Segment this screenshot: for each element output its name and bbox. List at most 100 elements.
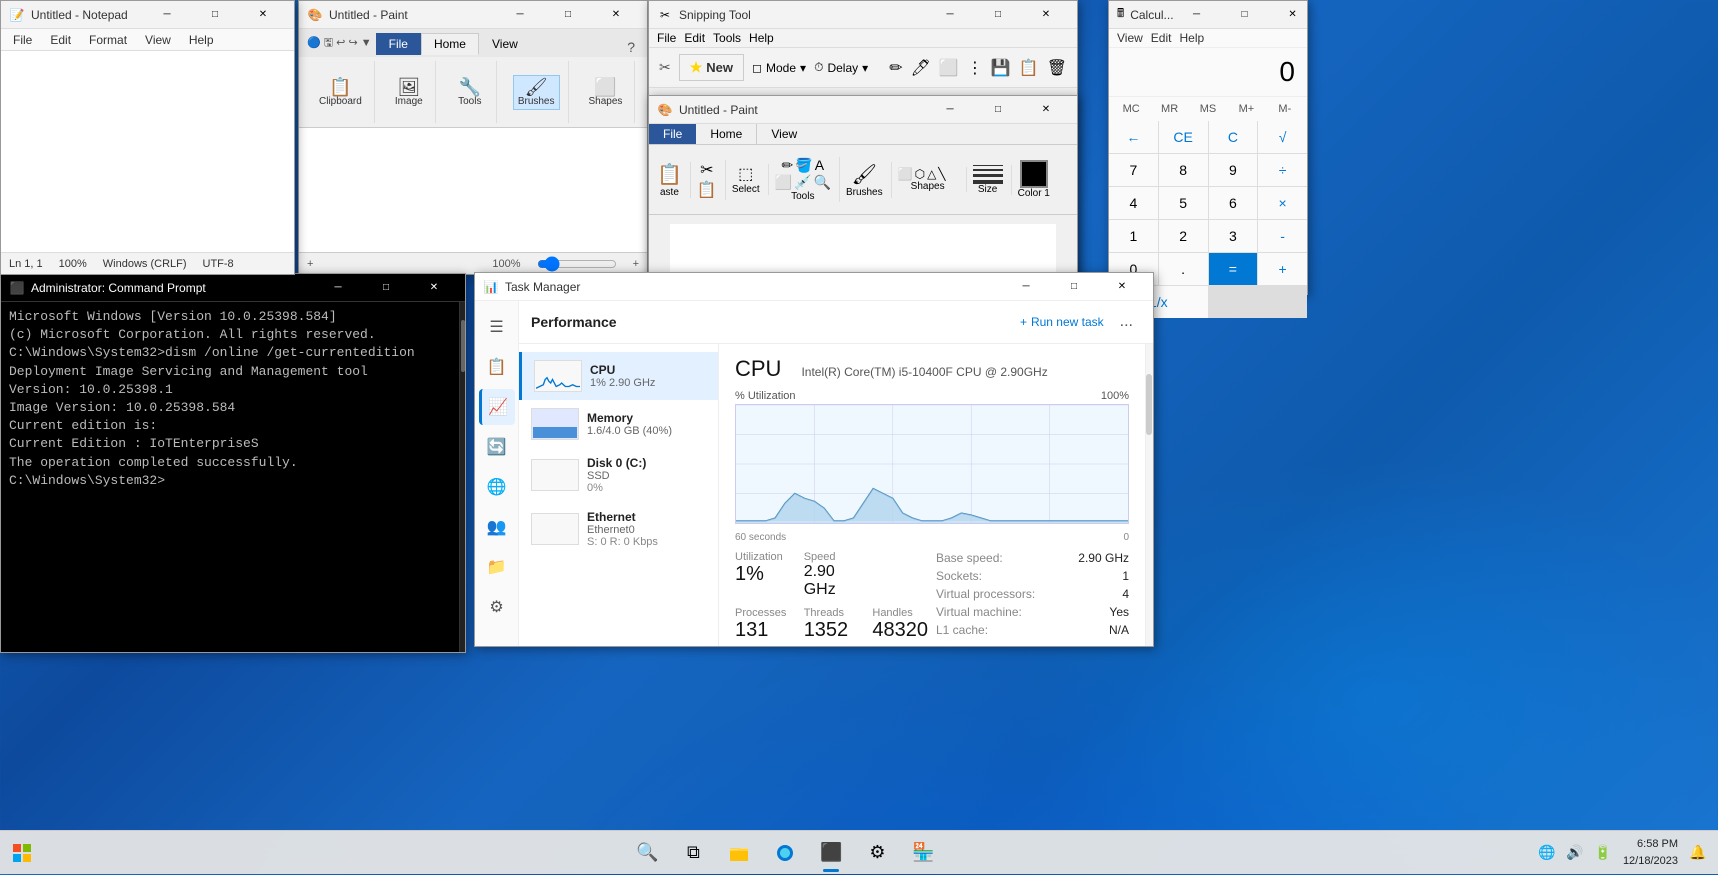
calc-ms-btn[interactable]: MS xyxy=(1190,99,1226,119)
calc-mminus-btn[interactable]: M- xyxy=(1267,99,1303,119)
taskbar-edge[interactable] xyxy=(763,831,807,875)
paint-front-size-line1[interactable] xyxy=(973,165,1003,166)
paint-front-minimize[interactable]: ─ xyxy=(927,96,973,124)
taskmanager-more-btn[interactable]: ... xyxy=(1112,309,1141,335)
snipping-eraser-tool[interactable]: ⬜ xyxy=(939,58,959,78)
calc-mr-btn[interactable]: MR xyxy=(1151,99,1187,119)
calc-1-btn[interactable]: 1 xyxy=(1109,220,1158,252)
paint-front-color1-swatch[interactable] xyxy=(1020,160,1048,188)
calc-5-btn[interactable]: 5 xyxy=(1159,187,1208,219)
calc-9-btn[interactable]: 9 xyxy=(1209,154,1258,186)
taskmanager-maximize[interactable]: □ xyxy=(1051,273,1097,301)
calc-add-btn[interactable]: + xyxy=(1258,253,1307,285)
tm-sidebar-startup[interactable]: 🌐 xyxy=(479,469,515,505)
snipping-delay-control[interactable]: ⏱ Delay ▾ xyxy=(814,60,868,75)
paint-back-image-btn[interactable]: 🖼 Image xyxy=(391,76,427,109)
paint-back-maximize[interactable]: □ xyxy=(545,1,591,29)
paint-front-tab-home[interactable]: Home xyxy=(696,124,757,144)
calc-sub-btn[interactable]: - xyxy=(1258,220,1307,252)
paint-front-select-label[interactable]: Select xyxy=(732,184,760,195)
tray-notification-icon[interactable]: 🔔 xyxy=(1686,841,1710,865)
calc-dot-btn[interactable]: . xyxy=(1159,253,1208,285)
calc-mc-btn[interactable]: MC xyxy=(1113,99,1149,119)
tm-sidebar-details[interactable]: 📁 xyxy=(479,549,515,585)
snipping-more-icon[interactable]: ⋮ xyxy=(967,58,983,78)
paint-back-shapes-btn[interactable]: ⬜ Shapes xyxy=(585,76,627,109)
paint-front-eraser-icon[interactable]: ⬜ xyxy=(775,174,792,191)
paint-back-canvas[interactable] xyxy=(299,128,647,252)
snipping-save-icon[interactable]: 💾 xyxy=(991,58,1011,78)
tray-volume-icon[interactable]: 🔊 xyxy=(1563,841,1587,865)
paint-front-paste-icon[interactable]: 📋 xyxy=(657,162,682,187)
calc-mul-btn[interactable]: × xyxy=(1258,187,1307,219)
tm-sidebar-performance[interactable]: 📈 xyxy=(479,389,515,425)
paint-back-tab-view[interactable]: View xyxy=(479,33,531,55)
notepad-menu-file[interactable]: File xyxy=(5,31,40,49)
paint-front-window[interactable]: 🎨 Untitled - Paint ─ □ ✕ File Home View … xyxy=(648,95,1078,285)
tm-sidebar-users[interactable]: 👥 xyxy=(479,509,515,545)
calc-menu-help[interactable]: Help xyxy=(1179,31,1204,45)
notepad-window[interactable]: 📝 Untitled - Notepad ─ □ ✕ File Edit For… xyxy=(0,0,295,275)
paint-front-shape4[interactable]: ╲ xyxy=(938,167,945,181)
calc-equals-btn[interactable]: = xyxy=(1209,253,1258,285)
notepad-minimize[interactable]: ─ xyxy=(144,1,190,29)
paint-front-canvas-white[interactable] xyxy=(670,224,1055,279)
calc-ce-btn[interactable]: CE xyxy=(1159,121,1208,153)
paint-front-select-icon[interactable]: ⬚ xyxy=(738,164,753,184)
paint-front-tab-view[interactable]: View xyxy=(757,124,811,144)
notepad-close[interactable]: ✕ xyxy=(240,1,286,29)
calc-c-btn[interactable]: C xyxy=(1209,121,1258,153)
taskbar-settings[interactable]: ⚙ xyxy=(855,831,899,875)
snipping-delete-icon[interactable]: 🗑 xyxy=(1047,58,1067,78)
paint-back-clipboard-btn[interactable]: 📋 Clipboard xyxy=(315,76,366,109)
cmd-window[interactable]: ⬛ Administrator: Command Prompt ─ □ ✕ Mi… xyxy=(0,273,466,653)
paint-front-maximize[interactable]: □ xyxy=(975,96,1021,124)
calc-7-btn[interactable]: 7 xyxy=(1109,154,1158,186)
snipping-pen-tool[interactable]: ✏ xyxy=(889,58,902,78)
paint-front-shape2[interactable]: ⬡ xyxy=(915,167,925,181)
tray-datetime[interactable]: 6:58 PM 12/18/2023 xyxy=(1619,836,1682,869)
snipping-highlighter-tool[interactable]: 🖊 xyxy=(911,58,931,78)
tray-network-icon[interactable]: 🌐 xyxy=(1535,841,1559,865)
paint-front-shape1[interactable]: ⬜ xyxy=(898,167,913,181)
taskmanager-scroll-thumb[interactable] xyxy=(1146,374,1152,434)
calc-menu-view[interactable]: View xyxy=(1117,31,1143,45)
calculator-minimize[interactable]: ─ xyxy=(1174,1,1220,29)
taskmanager-ethernet-item[interactable]: Ethernet Ethernet0 S: 0 R: 0 Kbps xyxy=(519,502,718,556)
calc-menu-edit[interactable]: Edit xyxy=(1151,31,1172,45)
paint-back-minimize[interactable]: ─ xyxy=(497,1,543,29)
taskbar-start-btn[interactable] xyxy=(0,831,44,875)
snipping-mode-control[interactable]: ◻ Mode ▾ xyxy=(752,61,806,75)
taskbar-taskview[interactable]: ⧉ xyxy=(671,831,715,875)
taskmanager-memory-item[interactable]: Memory 1.6/4.0 GB (40%) xyxy=(519,400,718,448)
cmd-minimize[interactable]: ─ xyxy=(315,274,361,302)
taskbar-explorer[interactable] xyxy=(717,831,761,875)
taskmanager-disk-item[interactable]: Disk 0 (C:) SSD 0% xyxy=(519,448,718,502)
cmd-scrollbar[interactable] xyxy=(459,302,465,652)
taskmanager-scrollbar[interactable] xyxy=(1145,344,1153,646)
tm-sidebar-services[interactable]: ⚙ xyxy=(479,589,515,625)
calc-8-btn[interactable]: 8 xyxy=(1159,154,1208,186)
paint-front-tab-file[interactable]: File xyxy=(649,124,696,144)
paint-back-help[interactable]: ? xyxy=(619,39,643,55)
snipping-maximize[interactable]: □ xyxy=(975,1,1021,29)
taskbar-store[interactable]: 🏪 xyxy=(901,831,945,875)
paint-front-fill-icon[interactable]: 🪣 xyxy=(795,157,812,174)
calc-3-btn[interactable]: 3 xyxy=(1209,220,1258,252)
notepad-menu-format[interactable]: Format xyxy=(81,31,135,49)
taskmanager-run-task-btn[interactable]: + Run new task xyxy=(1012,311,1112,333)
calc-4-btn[interactable]: 4 xyxy=(1109,187,1158,219)
calculator-window[interactable]: 🖩 Calcul... ─ □ ✕ View Edit Help 0 MC MR… xyxy=(1108,0,1308,295)
paint-front-brushes-icon[interactable]: 🖌 xyxy=(852,162,877,187)
cmd-content-area[interactable]: Microsoft Windows [Version 10.0.25398.58… xyxy=(1,302,459,652)
paint-front-size-label[interactable]: Size xyxy=(978,184,997,195)
paint-front-size-line3[interactable] xyxy=(973,174,1003,177)
paint-front-brushes-label[interactable]: Brushes xyxy=(846,187,883,198)
notepad-menu-edit[interactable]: Edit xyxy=(42,31,79,49)
cmd-scroll-thumb[interactable] xyxy=(461,320,465,373)
taskmanager-close[interactable]: ✕ xyxy=(1099,273,1145,301)
paint-back-brushes-btn[interactable]: 🖌 Brushes xyxy=(513,75,560,110)
snipping-close[interactable]: ✕ xyxy=(1023,1,1069,29)
calc-mplus-btn[interactable]: M+ xyxy=(1228,99,1264,119)
snipping-copy-icon[interactable]: 📋 xyxy=(1019,58,1039,78)
